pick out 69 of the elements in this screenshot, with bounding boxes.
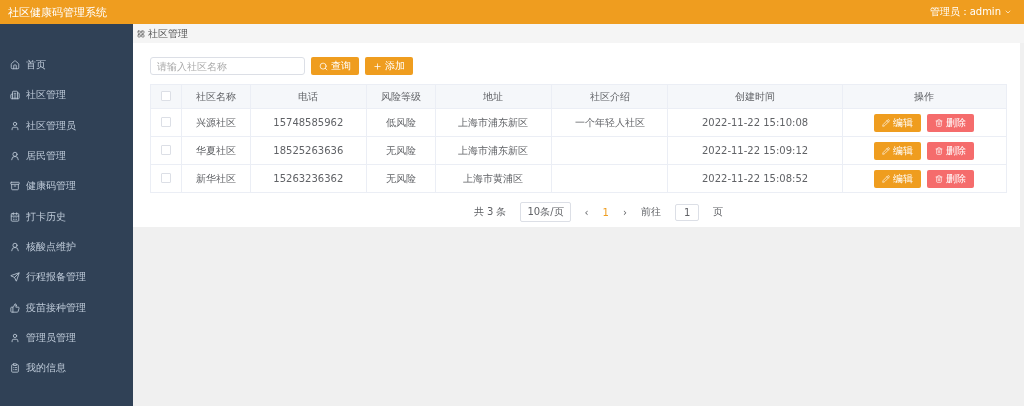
table-cell: 2022-11-22 15:09:12 [667, 136, 843, 165]
sidebar-item[interactable]: 社区管理 [26, 88, 66, 103]
sidebar-item[interactable]: 行程报备管理 [26, 270, 86, 285]
total-count: 共 3 条 [473, 205, 507, 219]
table-cell: 2022-11-22 15:08:52 [667, 164, 843, 193]
table-cell: 2022-11-22 15:10:08 [667, 108, 843, 137]
box-icon [10, 181, 20, 192]
sidebar-item[interactable]: 健康码管理 [26, 179, 76, 194]
column-header: 电话 [250, 84, 367, 109]
checkbox[interactable] [161, 172, 171, 183]
sidebar-item[interactable]: 居民管理 [26, 149, 66, 164]
user-icon [10, 241, 20, 252]
trash-icon [935, 146, 944, 155]
pencil-icon [882, 118, 891, 127]
sidebar-item[interactable]: 核酸点维护 [26, 239, 76, 254]
caret-icon [1004, 8, 1012, 16]
prev-page-button[interactable]: ‹ [584, 206, 589, 218]
table-cell: 一个年轻人社区 [551, 108, 668, 137]
building-icon [10, 90, 20, 101]
table-cell: 15263236362 [250, 164, 367, 193]
column-header: 地址 [435, 84, 552, 109]
table-cell: 上海市浦东新区 [435, 108, 552, 137]
user-icon [10, 151, 20, 162]
sidebar-item[interactable]: 疫苗接种管理 [26, 300, 86, 315]
table-cell: 上海市黄浦区 [435, 164, 552, 193]
column-header: 操作 [842, 84, 1007, 109]
table-cell: 无风险 [366, 136, 436, 165]
sidebar-item[interactable]: 管理员管理 [26, 330, 76, 345]
checkbox[interactable] [161, 90, 171, 101]
table-cell: 新华社区 [181, 164, 251, 193]
trash-icon [935, 118, 944, 127]
page-size-select[interactable]: 10条/页 [520, 202, 571, 222]
column-header: 社区名称 [181, 84, 251, 109]
table-cell: 15748585962 [250, 108, 367, 137]
table-cell: 华夏社区 [181, 136, 251, 165]
column-header: 社区介绍 [551, 84, 668, 109]
table-cell: 上海市浦东新区 [435, 136, 552, 165]
search-field[interactable]: 请输入社区名称 [150, 57, 305, 75]
page-suffix: 页 [713, 205, 724, 219]
app-title: 社区健康码管理系统 [8, 4, 107, 20]
plus-icon [373, 61, 382, 71]
pencil-icon [882, 146, 891, 155]
table-cell: 无风险 [366, 164, 436, 193]
column-header: 风险等级 [366, 84, 436, 109]
table-cell: 兴源社区 [181, 108, 251, 137]
sidebar-item[interactable]: 我的信息 [26, 361, 66, 376]
breadcrumb: 社区管理 [147, 26, 188, 41]
next-page-button[interactable]: › [622, 206, 627, 218]
clipboard-icon [10, 363, 20, 374]
thumbs-up-icon [10, 302, 20, 313]
calendar-icon [10, 211, 20, 222]
trash-icon [935, 174, 944, 183]
sidebar-item[interactable]: 打卡历史 [26, 209, 66, 224]
goto-label: 前往 [640, 205, 661, 219]
table-cell: 18525263636 [250, 136, 367, 165]
page-input[interactable]: 1 [674, 203, 700, 221]
sidebar-item[interactable]: 首页 [26, 58, 46, 73]
pencil-icon [882, 174, 891, 183]
column-header: 创建时间 [667, 84, 843, 109]
home-icon [10, 60, 20, 71]
checkbox[interactable] [161, 116, 171, 127]
sidebar-item[interactable]: 社区管理员 [26, 118, 76, 133]
send-icon [10, 272, 20, 283]
checkbox[interactable] [161, 144, 171, 155]
person-icon [10, 332, 20, 343]
grid-icon [137, 29, 145, 38]
person-icon [10, 120, 20, 131]
search-icon [319, 61, 328, 71]
table-cell: 低风险 [366, 108, 436, 137]
